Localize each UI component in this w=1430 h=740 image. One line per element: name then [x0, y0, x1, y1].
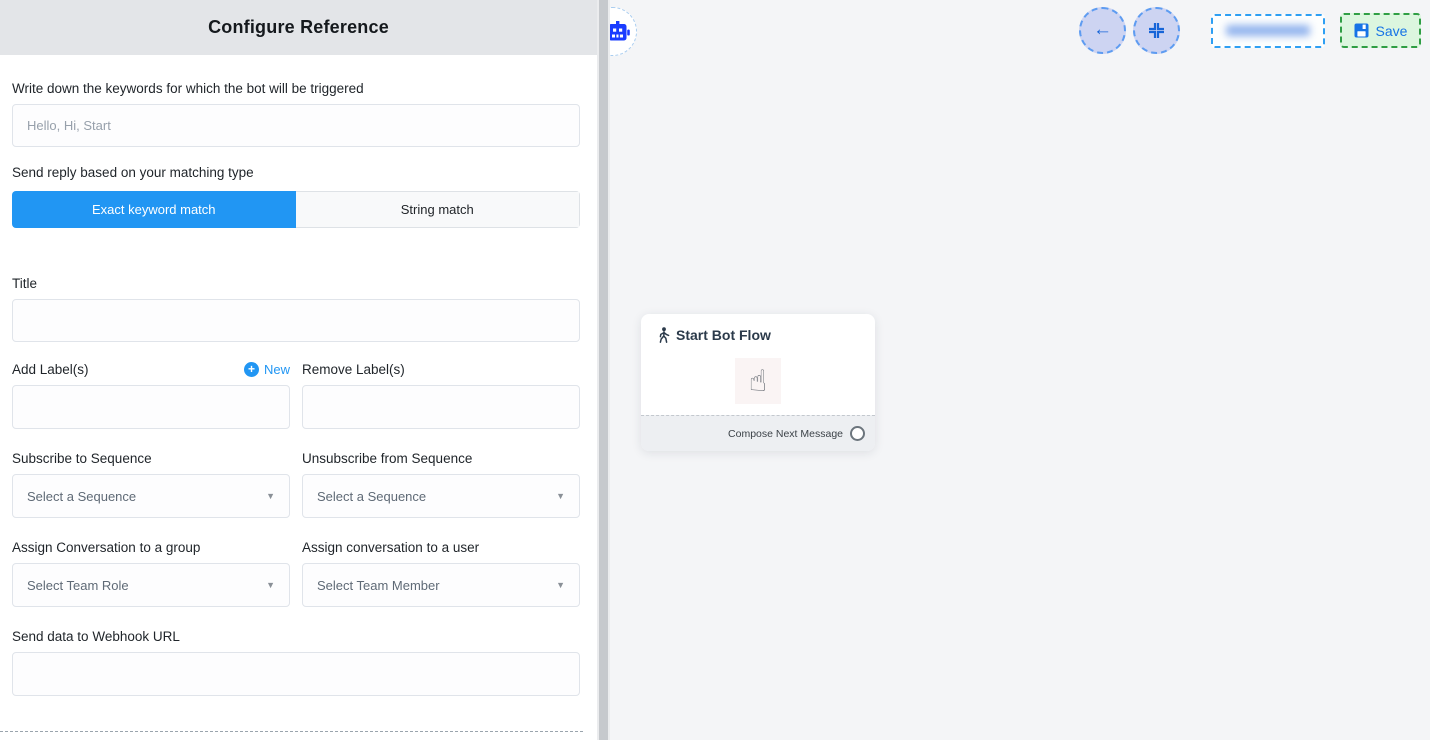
panel-scrollbar[interactable] [597, 0, 610, 740]
hand-cursor-icon: ☝ [749, 364, 767, 399]
webhook-label: Send data to Webhook URL [12, 629, 580, 644]
node-header: Start Bot Flow [641, 314, 875, 343]
save-icon [1354, 23, 1369, 38]
chevron-down-icon: ▼ [266, 491, 275, 501]
title-input[interactable] [12, 299, 580, 342]
subscribe-sequence-label: Subscribe to Sequence [12, 451, 290, 466]
tab-exact-keyword-match[interactable]: Exact keyword match [12, 191, 296, 228]
subscribe-sequence-select[interactable]: Select a Sequence ▼ [12, 474, 290, 518]
assign-user-label: Assign conversation to a user [302, 540, 580, 555]
page-title: Configure Reference [208, 17, 389, 38]
assign-group-select[interactable]: Select Team Role ▼ [12, 563, 290, 607]
arrow-left-icon: ← [1093, 20, 1112, 39]
unsubscribe-sequence-label: Unsubscribe from Sequence [302, 451, 580, 466]
assign-user-value: Select Team Member [317, 578, 440, 593]
keywords-input[interactable] [12, 104, 580, 147]
webhook-input[interactable] [12, 652, 580, 696]
save-button-label: Save [1376, 23, 1408, 39]
keywords-label: Write down the keywords for which the bo… [12, 81, 580, 96]
chevron-down-icon: ▼ [556, 580, 565, 590]
connection-port[interactable] [850, 426, 865, 441]
back-button[interactable]: ← [1079, 7, 1126, 54]
assign-group-label: Assign Conversation to a group [12, 540, 290, 555]
matching-type-label: Send reply based on your matching type [12, 165, 580, 180]
new-link-label: New [264, 362, 290, 377]
robot-icon [610, 21, 630, 43]
panel-header: Configure Reference [0, 0, 597, 55]
bot-name-button-blurred[interactable] [1211, 14, 1325, 48]
add-labels-label: Add Label(s) [12, 362, 89, 377]
blurred-text [1226, 25, 1310, 36]
title-label: Title [12, 276, 580, 291]
panel-bottom-divider [0, 731, 583, 732]
scrollbar-thumb[interactable] [599, 0, 608, 740]
node-title: Start Bot Flow [676, 327, 771, 343]
save-button[interactable]: Save [1340, 13, 1421, 48]
subscribe-sequence-value: Select a Sequence [27, 489, 136, 504]
configure-reference-panel: Configure Reference Write down the keywo… [0, 0, 597, 740]
walking-person-icon [657, 327, 670, 343]
unsubscribe-sequence-select[interactable]: Select a Sequence ▼ [302, 474, 580, 518]
add-labels-input[interactable] [12, 385, 290, 429]
assign-group-value: Select Team Role [27, 578, 129, 593]
start-bot-flow-node[interactable]: Start Bot Flow ☝ Compose Next Message [641, 314, 875, 451]
chevron-down-icon: ▼ [556, 491, 565, 501]
tab-string-match[interactable]: String match [296, 191, 581, 228]
chevron-down-icon: ▼ [266, 580, 275, 590]
cursor-tile: ☝ [735, 358, 781, 404]
canvas-toolbar: ← Save [1079, 7, 1421, 54]
remove-labels-input[interactable] [302, 385, 580, 429]
matching-type-tabs: Exact keyword match String match [12, 191, 580, 228]
compose-next-message-label: Compose Next Message [728, 428, 843, 440]
compress-icon [1148, 22, 1165, 39]
assign-user-select[interactable]: Select Team Member ▼ [302, 563, 580, 607]
plus-icon: + [244, 362, 259, 377]
node-footer: Compose Next Message [641, 415, 875, 451]
bot-badge[interactable] [610, 7, 637, 56]
remove-labels-label: Remove Label(s) [302, 362, 405, 377]
new-label-link[interactable]: + New [244, 362, 290, 377]
unsubscribe-sequence-value: Select a Sequence [317, 489, 426, 504]
flow-canvas[interactable]: ← Save Star [610, 0, 1430, 740]
fit-view-button[interactable] [1133, 7, 1180, 54]
